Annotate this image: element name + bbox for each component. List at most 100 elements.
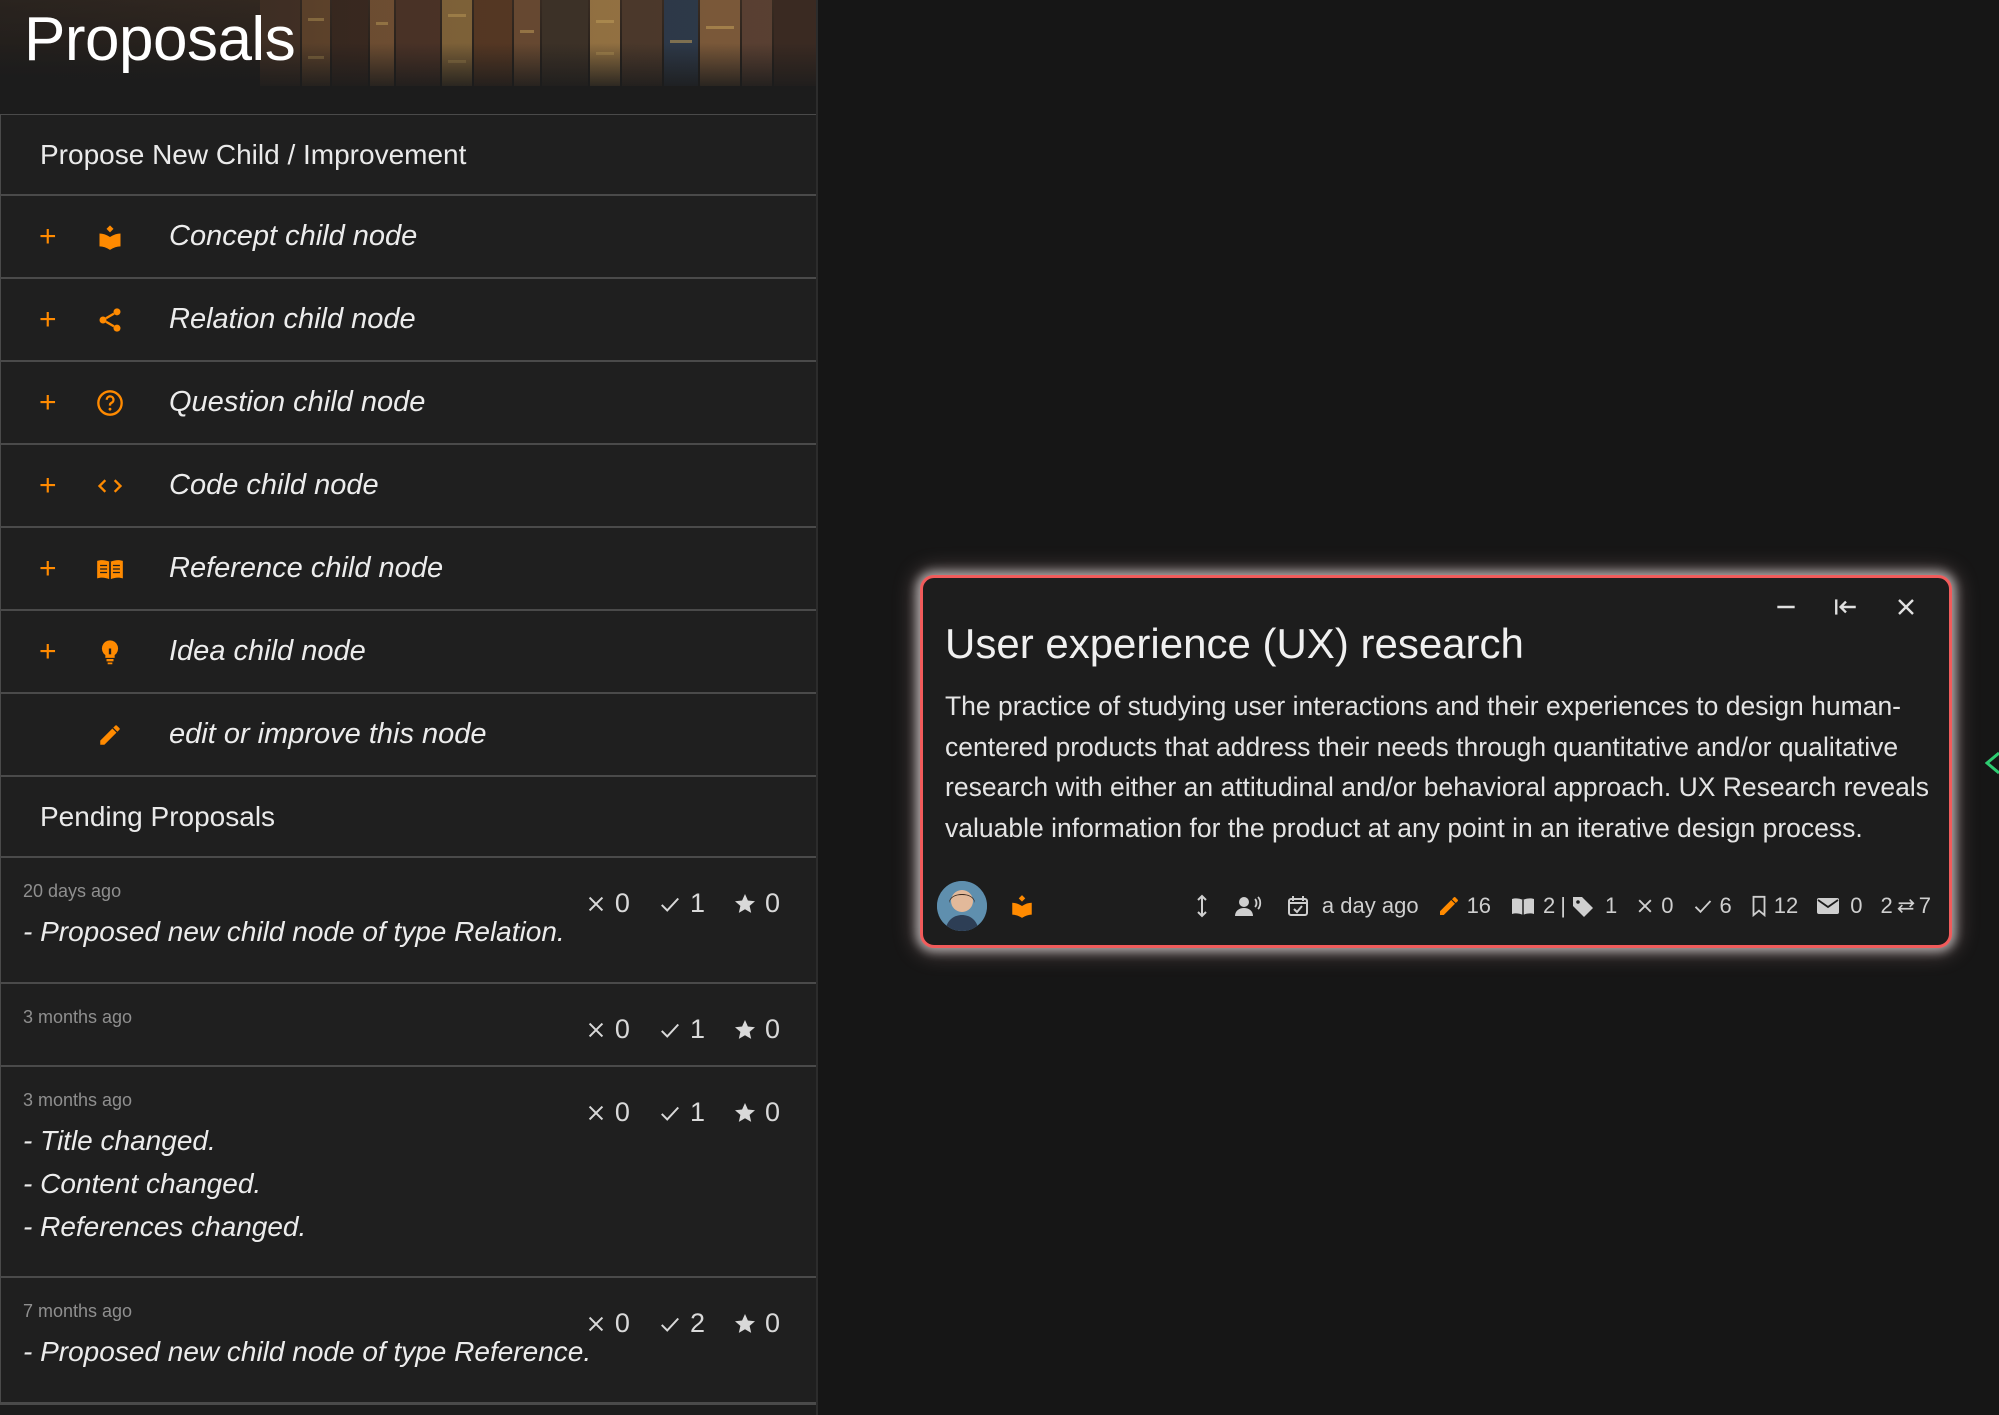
mark-studied-button[interactable]: 0 (1816, 893, 1863, 919)
updated-stat: a day ago (1286, 893, 1419, 919)
parents-children-stat[interactable]: 2 7 (1881, 893, 1932, 919)
upvote-count: 1 (689, 888, 705, 918)
avatar[interactable] (937, 881, 987, 931)
proposal-item[interactable]: 3 months ago 0 1 0 (1, 984, 816, 1067)
propose-relation-child-button[interactable]: + Relation child node (1, 279, 816, 362)
upvote-button[interactable]: 6 (1692, 893, 1732, 919)
bookmark-icon (1752, 895, 1766, 917)
star-button[interactable]: 0 (733, 1308, 780, 1339)
close-icon (588, 1316, 604, 1331)
concept-icon (85, 223, 135, 251)
upvote-count: 2 (689, 1308, 705, 1338)
pencil-icon (85, 722, 135, 748)
upvote-count: 1 (689, 1014, 705, 1044)
narrate-button[interactable] (1234, 894, 1268, 918)
star-icon (734, 1313, 755, 1333)
upvote-count: 1 (689, 1097, 705, 1127)
proposal-votes: 0 1 0 (557, 888, 780, 919)
upvote-button[interactable]: 2 (658, 1308, 705, 1339)
propose-idea-child-button[interactable]: + Idea child node (1, 611, 816, 694)
open-sidebar-button[interactable] (1829, 590, 1863, 624)
proposal-line: - References changed. (23, 1211, 307, 1242)
option-label: Idea child node (169, 635, 366, 667)
tags-count: 1 (1605, 893, 1618, 918)
star-icon (734, 1102, 755, 1122)
star-button[interactable]: 0 (733, 1014, 780, 1045)
bookmark-button[interactable]: 12 (1750, 893, 1798, 919)
messages-count: 0 (1850, 893, 1863, 918)
option-label: Relation child node (169, 303, 416, 335)
star-button[interactable]: 0 (733, 1097, 780, 1128)
check-icon (660, 1106, 679, 1121)
propose-concept-child-button[interactable]: + Concept child node (1, 196, 816, 279)
proposal-votes: 0 2 0 (557, 1308, 780, 1339)
proposal-item[interactable]: 3 months ago 0 1 0 - Title changed. - Co… (1, 1067, 816, 1278)
plus-icon: + (39, 468, 57, 502)
option-label: Code child node (169, 469, 379, 501)
star-icon (734, 893, 755, 913)
propose-reference-child-button[interactable]: + Reference child node (1, 528, 816, 611)
plus-icon: + (39, 219, 57, 253)
downvote-count: 0 (1661, 893, 1674, 918)
option-label: Reference child node (169, 552, 444, 584)
edge-connector-arrow (1985, 751, 1999, 775)
star-count: 0 (764, 1097, 780, 1127)
references-tags-stat[interactable]: 2 | 1 (1509, 893, 1617, 919)
propose-section-header: Propose New Child / Improvement (1, 115, 816, 196)
tag-icon (1573, 897, 1594, 917)
upvote-button[interactable]: 1 (658, 888, 705, 919)
page-title: Proposals (24, 5, 296, 74)
minimize-icon (1777, 605, 1795, 609)
downvote-button[interactable]: 0 (585, 888, 630, 919)
book-icon (1512, 898, 1535, 915)
downvote-button[interactable]: 0 (585, 1097, 630, 1128)
user-avatar-image (937, 881, 987, 931)
node-footer: a day ago 16 2 | 1 0 6 12 0 2 7 (937, 881, 1931, 931)
book-icon (85, 555, 135, 583)
proposal-votes: 0 1 0 (557, 1097, 780, 1128)
edits-stat[interactable]: 16 (1437, 893, 1491, 919)
plus-icon: + (39, 634, 57, 668)
arrow-to-left-icon (1835, 599, 1856, 615)
node-title[interactable]: User experience (UX) research (945, 620, 1524, 668)
close-icon (588, 896, 604, 911)
calendar-check-icon (1287, 896, 1308, 916)
downvote-button[interactable]: 0 (1635, 893, 1674, 919)
updated-text: a day ago (1321, 893, 1419, 918)
check-icon (660, 1023, 679, 1038)
check-icon (660, 897, 679, 912)
star-count: 0 (764, 1308, 780, 1338)
close-icon (1898, 599, 1914, 615)
proposal-votes: 0 1 0 (557, 1014, 780, 1045)
minimize-button[interactable] (1769, 590, 1803, 624)
proposal-line: - Content changed. (23, 1168, 262, 1199)
propose-code-child-button[interactable]: + Code child node (1, 445, 816, 528)
expand-button[interactable] (1194, 894, 1216, 918)
edits-count: 16 (1466, 893, 1492, 918)
sidebar-header: Proposals (0, 0, 816, 86)
node-card[interactable]: User experience (UX) research The practi… (920, 575, 1952, 948)
question-icon (85, 389, 135, 417)
upvote-button[interactable]: 1 (658, 1014, 705, 1045)
option-label: edit or improve this node (169, 718, 487, 750)
lightbulb-icon (85, 638, 135, 666)
node-content[interactable]: The practice of studying user interactio… (945, 686, 1930, 848)
downvote-button[interactable]: 0 (585, 1308, 630, 1339)
proposals-sidebar: Proposals Propose New Child / Improvemen… (0, 0, 818, 1415)
edit-node-button[interactable]: edit or improve this node (1, 694, 816, 777)
plus-icon: + (39, 385, 57, 419)
close-icon (1638, 899, 1652, 913)
upvote-button[interactable]: 1 (658, 1097, 705, 1128)
downvote-count: 0 (614, 1014, 630, 1044)
star-button[interactable]: 0 (733, 888, 780, 919)
pencil-icon (1439, 897, 1458, 915)
downvote-button[interactable]: 0 (585, 1014, 630, 1045)
swap-arrows-icon (1897, 898, 1915, 914)
mail-icon (1817, 898, 1840, 914)
close-icon (588, 1105, 604, 1120)
proposal-item[interactable]: 7 months ago 0 2 0 - Proposed new child … (1, 1278, 816, 1404)
proposal-item[interactable]: 20 days ago 0 1 0 - Proposed new child n… (1, 858, 816, 984)
propose-question-child-button[interactable]: + Question child node (1, 362, 816, 445)
upvote-count: 6 (1719, 893, 1732, 918)
close-button[interactable] (1889, 590, 1923, 624)
